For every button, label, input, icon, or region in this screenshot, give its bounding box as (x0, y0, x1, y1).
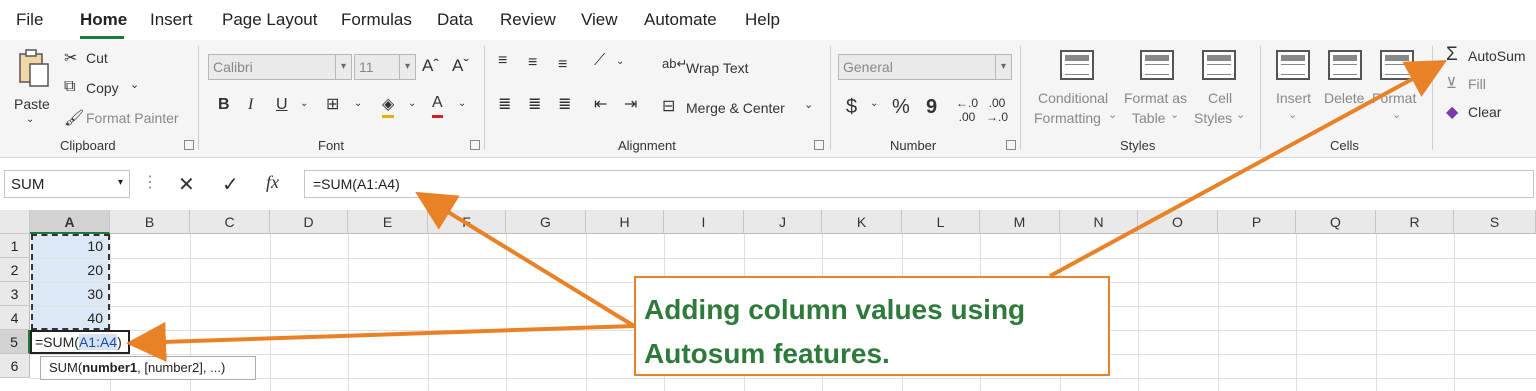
arrow-to-autosum (1049, 60, 1448, 278)
annotation-callout: Adding column values using Autosum featu… (634, 276, 1110, 376)
annotation-line-1: Adding column values using (644, 294, 1026, 325)
annotation-line-2: Autosum features. (644, 338, 890, 369)
arrow-to-formula-bar (415, 191, 636, 328)
arrow-to-active-cell (126, 321, 635, 362)
